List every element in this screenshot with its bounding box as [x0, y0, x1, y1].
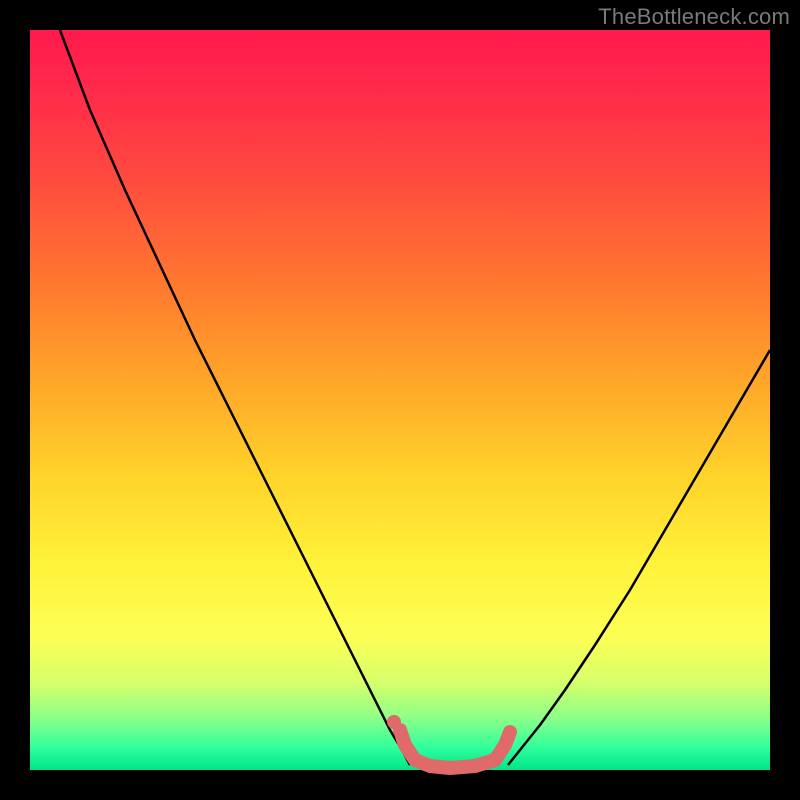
series-left-curve — [60, 30, 410, 765]
watermark-text: TheBottleneck.com — [598, 4, 790, 30]
series-group — [60, 30, 770, 768]
marker-group — [387, 715, 401, 729]
curve-layer — [30, 30, 770, 770]
salmon-dot-left — [387, 715, 401, 729]
series-right-curve — [508, 350, 770, 765]
series-bottom-salmon — [400, 730, 510, 768]
plot-area — [30, 30, 770, 770]
chart-frame: TheBottleneck.com — [0, 0, 800, 800]
